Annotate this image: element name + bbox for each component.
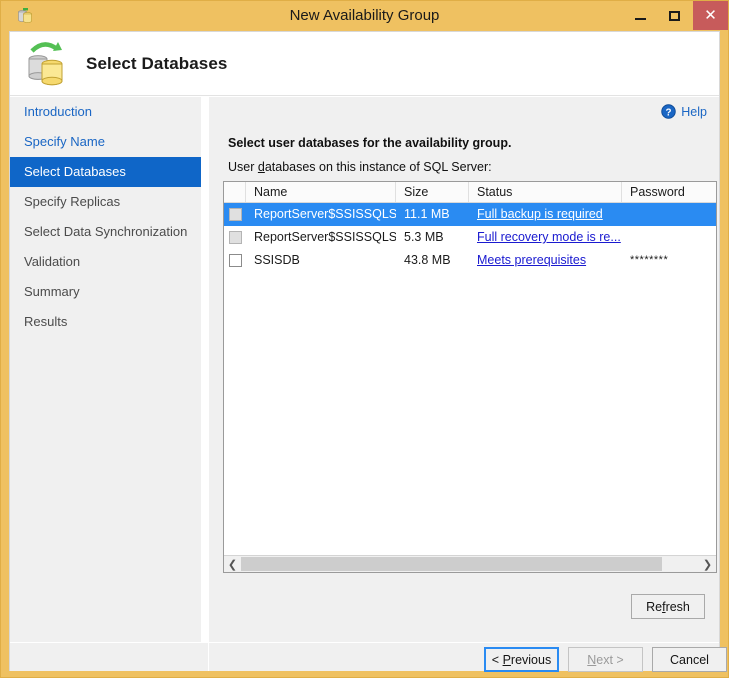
databases-list-label: User databases on this instance of SQL S… xyxy=(228,160,492,174)
sidebar-item-introduction[interactable]: Introduction xyxy=(10,97,201,127)
dialog-window: New Availability Group ✕ Select Database… xyxy=(0,0,729,678)
cell-status[interactable]: Full recovery mode is re... xyxy=(469,226,622,249)
previous-mnemonic: P xyxy=(502,652,511,667)
checkbox-icon[interactable] xyxy=(228,231,242,244)
sub-label-before: User xyxy=(228,160,258,174)
table-row[interactable]: ReportServer$SSISSQLSER... 11.1 MB Full … xyxy=(224,203,716,226)
cancel-button[interactable]: Cancel xyxy=(652,647,727,672)
cell-password xyxy=(622,226,716,249)
column-header-status[interactable]: Status xyxy=(469,182,622,202)
cell-password xyxy=(622,203,716,226)
status-link[interactable]: Meets prerequisites xyxy=(477,253,586,267)
cell-name: ReportServer$SSISSQLSER... xyxy=(254,230,396,244)
sidebar-divider xyxy=(201,97,208,671)
close-button[interactable]: ✕ xyxy=(693,1,728,30)
checkbox-icon[interactable] xyxy=(228,208,242,221)
row-checkbox-cell[interactable] xyxy=(224,249,246,272)
cell-size: 11.1 MB xyxy=(404,207,450,221)
cell-status[interactable]: Meets prerequisites xyxy=(469,249,622,272)
refresh-before: Re xyxy=(646,599,663,614)
checkbox-icon[interactable] xyxy=(228,254,242,267)
sidebar-item-specify-name[interactable]: Specify Name xyxy=(10,127,201,157)
cell-size: 5.3 MB xyxy=(404,230,444,244)
column-header-name[interactable]: Name xyxy=(246,182,396,202)
cell-size: 43.8 MB xyxy=(404,253,451,267)
databases-listview[interactable]: Name Size Status Password ReportServer$S… xyxy=(223,181,717,573)
sub-label-mnemonic: d xyxy=(257,160,265,174)
horizontal-scrollbar[interactable]: ❮ ❯ xyxy=(224,555,716,572)
svg-text:?: ? xyxy=(666,107,672,118)
previous-after: revious xyxy=(510,652,552,667)
minimize-button[interactable] xyxy=(625,1,655,30)
status-link[interactable]: Full recovery mode is re... xyxy=(477,230,621,244)
row-checkbox-cell[interactable] xyxy=(224,203,246,226)
sidebar-item-select-data-synchronization[interactable]: Select Data Synchronization xyxy=(10,217,201,247)
column-header-size[interactable]: Size xyxy=(396,182,469,202)
cell-password: ******** xyxy=(630,254,669,266)
title-bar: New Availability Group ✕ xyxy=(1,1,728,31)
availability-group-databases-icon xyxy=(28,42,63,86)
sidebar-item-select-databases[interactable]: Select Databases xyxy=(10,157,201,187)
sidebar-item-specify-replicas[interactable]: Specify Replicas xyxy=(10,187,201,217)
minimize-icon xyxy=(634,17,646,20)
next-button: Next > xyxy=(568,647,643,672)
maximize-button[interactable] xyxy=(659,1,689,30)
close-icon: ✕ xyxy=(704,7,717,24)
cancel-label: Cancel xyxy=(670,652,709,667)
footer-left-spacer xyxy=(10,642,208,671)
column-header-checkbox[interactable] xyxy=(224,182,246,202)
listview-body: ReportServer$SSISSQLSER... 11.1 MB Full … xyxy=(224,203,716,272)
table-row[interactable]: SSISDB 43.8 MB Meets prerequisites *****… xyxy=(224,249,716,272)
next-mnemonic: N xyxy=(587,652,597,667)
chevron-left-icon[interactable]: ❮ xyxy=(224,556,241,572)
main-content-panel: ? Help Select user databases for the ava… xyxy=(208,97,719,642)
refresh-after: resh xyxy=(665,599,690,614)
instruction-text: Select user databases for the availabili… xyxy=(228,136,512,150)
sidebar-item-validation[interactable]: Validation xyxy=(10,247,201,277)
help-link[interactable]: ? Help xyxy=(661,104,707,119)
table-row[interactable]: ReportServer$SSISSQLSER... 5.3 MB Full r… xyxy=(224,226,716,249)
sidebar-item-summary[interactable]: Summary xyxy=(10,277,201,307)
help-label: Help xyxy=(681,104,707,119)
page-header: Select Databases xyxy=(10,32,719,96)
next-after: ext > xyxy=(596,652,624,667)
sub-label-after: atabases on this instance of SQL Server: xyxy=(264,160,492,174)
wizard-steps-sidebar: Introduction Specify Name Select Databas… xyxy=(10,97,201,671)
chevron-right-icon[interactable]: ❯ xyxy=(699,556,716,572)
sidebar-item-results[interactable]: Results xyxy=(10,307,201,337)
column-header-password[interactable]: Password xyxy=(622,182,716,202)
window-title: New Availability Group xyxy=(289,7,440,24)
cell-name: ReportServer$SSISSQLSER... xyxy=(254,207,396,221)
cell-status[interactable]: Full backup is required xyxy=(469,203,622,226)
previous-button[interactable]: < Previous xyxy=(484,647,559,672)
previous-before: < xyxy=(491,652,503,667)
dialog-footer: < Previous Next > Cancel xyxy=(208,642,727,672)
cell-name: SSISDB xyxy=(254,253,300,267)
scrollbar-track[interactable] xyxy=(241,556,699,572)
row-checkbox-cell[interactable] xyxy=(224,226,246,249)
maximize-icon xyxy=(668,10,680,21)
refresh-button[interactable]: Refresh xyxy=(631,594,705,619)
status-link[interactable]: Full backup is required xyxy=(477,207,603,221)
page-title: Select Databases xyxy=(86,54,228,73)
client-area: Select Databases Introduction Specify Na… xyxy=(9,31,727,672)
help-circle-icon: ? xyxy=(661,104,676,119)
listview-header: Name Size Status Password xyxy=(224,182,716,203)
scrollbar-thumb[interactable] xyxy=(241,557,662,571)
